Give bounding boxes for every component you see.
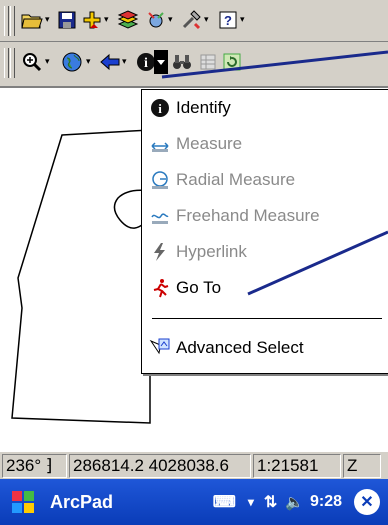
chevron-down-icon[interactable]: ▾ bbox=[240, 14, 248, 26]
menu-item-go-to[interactable]: Go To bbox=[142, 270, 388, 306]
menu-separator bbox=[152, 318, 382, 319]
chevron-down-icon[interactable]: ▾ bbox=[122, 56, 130, 68]
menu-item-identify[interactable]: i Identify bbox=[142, 90, 388, 126]
open-folder-icon[interactable] bbox=[20, 8, 44, 32]
chevron-down-icon[interactable]: ▾ bbox=[86, 56, 94, 68]
binoculars-icon[interactable] bbox=[170, 50, 194, 74]
status-extra: Z bbox=[343, 454, 381, 478]
menu-item-advanced-select[interactable]: Advanced Select bbox=[142, 330, 388, 366]
menu-item-measure[interactable]: Measure bbox=[142, 126, 388, 162]
app-title[interactable]: ArcPad bbox=[50, 492, 113, 513]
connectivity-icon[interactable]: ⇅ bbox=[264, 492, 277, 512]
keyboard-icon[interactable]: ⌨ bbox=[213, 492, 236, 512]
menu-item-label: Hyperlink bbox=[176, 242, 247, 261]
chevron-down-icon[interactable]: ▾ bbox=[45, 14, 53, 26]
freehand-measure-icon bbox=[146, 206, 174, 226]
map-polygon bbox=[11, 129, 151, 424]
main-toolbar: ▾ ▾ ▾ ▾ ? ▾ bbox=[0, 0, 388, 42]
help-icon[interactable]: ? bbox=[216, 8, 240, 32]
table-icon[interactable] bbox=[196, 50, 220, 74]
menu-item-label: Measure bbox=[176, 134, 243, 153]
svg-text:?: ? bbox=[224, 13, 232, 28]
status-bar: 236° ⁆ 286814.2 4028038.6 1:21581 Z bbox=[0, 451, 388, 480]
menu-item-label: Freehand Measure bbox=[176, 206, 320, 225]
radial-measure-icon bbox=[146, 170, 174, 190]
select-icon bbox=[146, 337, 174, 359]
close-icon[interactable]: ✕ bbox=[354, 489, 380, 515]
toolbar-grip[interactable] bbox=[4, 48, 9, 78]
chevron-down-icon[interactable]: ▾ bbox=[168, 14, 176, 26]
zoom-in-icon[interactable] bbox=[20, 50, 44, 74]
menu-item-label: Go To bbox=[176, 278, 222, 297]
menu-item-label: Identify bbox=[176, 98, 231, 117]
tools-icon[interactable] bbox=[180, 8, 204, 32]
identify-dropdown-button[interactable] bbox=[154, 50, 168, 74]
volume-icon[interactable]: 🔈 bbox=[285, 493, 304, 511]
back-arrow-icon[interactable] bbox=[98, 50, 122, 74]
toolbar-grip[interactable] bbox=[4, 6, 9, 36]
chevron-down-icon[interactable]: ▾ bbox=[104, 14, 112, 26]
globe-icon[interactable] bbox=[60, 50, 84, 74]
measure-icon bbox=[146, 134, 174, 154]
layers-icon[interactable] bbox=[116, 8, 140, 32]
gps-icon[interactable] bbox=[144, 8, 168, 32]
identify-dropdown-menu: i Identify Measure Radial Measure Freeha… bbox=[141, 89, 388, 374]
svg-text:i: i bbox=[144, 56, 148, 71]
menu-item-freehand-measure[interactable]: Freehand Measure bbox=[142, 198, 388, 234]
info-icon: i bbox=[146, 98, 174, 118]
lightning-icon bbox=[146, 242, 174, 262]
menu-item-radial-measure[interactable]: Radial Measure bbox=[142, 162, 388, 198]
bearing-display: 236° ⁆ bbox=[2, 454, 67, 478]
running-man-icon bbox=[146, 278, 174, 298]
coordinates-display: 286814.2 4028038.6 bbox=[69, 454, 251, 478]
toolbar-grip[interactable] bbox=[10, 48, 15, 78]
menu-item-label: Radial Measure bbox=[176, 170, 296, 189]
taskbar: ArcPad ⌨ ▾ ⇅ 🔈 9:28 ✕ bbox=[0, 479, 388, 525]
chevron-down-icon[interactable]: ▾ bbox=[248, 495, 254, 509]
toolbar-grip[interactable] bbox=[10, 6, 15, 36]
chevron-down-icon[interactable]: ▾ bbox=[45, 56, 53, 68]
clock[interactable]: 9:28 bbox=[310, 493, 342, 511]
browse-toolbar: ▾ ▾ ▾ i bbox=[0, 42, 388, 87]
menu-item-hyperlink[interactable]: Hyperlink bbox=[142, 234, 388, 270]
save-icon[interactable] bbox=[55, 8, 79, 32]
windows-start-icon[interactable] bbox=[6, 484, 42, 520]
refresh-icon[interactable] bbox=[220, 50, 244, 74]
menu-item-label: Advanced Select bbox=[176, 338, 304, 357]
svg-text:i: i bbox=[158, 101, 162, 116]
scale-display: 1:21581 bbox=[253, 454, 341, 478]
add-layer-icon[interactable] bbox=[80, 8, 104, 32]
chevron-down-icon[interactable]: ▾ bbox=[204, 14, 212, 26]
